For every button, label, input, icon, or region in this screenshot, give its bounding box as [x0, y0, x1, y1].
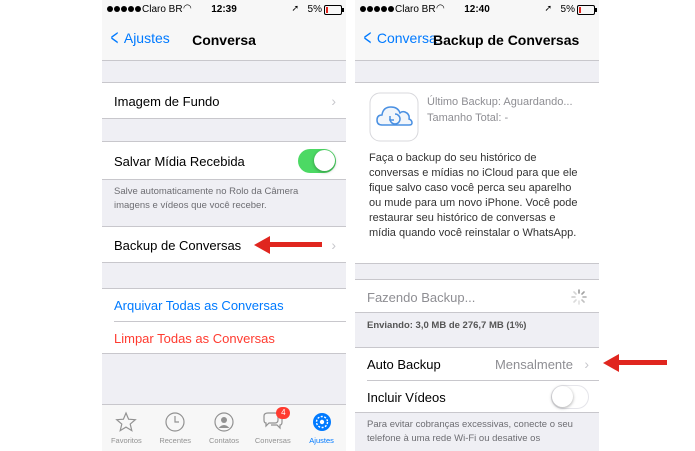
- salvar-midia-footer: Salve automaticamente no Rolo da Câmera …: [114, 186, 299, 211]
- battery-percent: 5%: [307, 4, 322, 15]
- back-button[interactable]: < Conversa: [361, 25, 437, 50]
- fazendo-backup-label: Fazendo Backup...: [367, 290, 476, 305]
- incluir-videos-toggle[interactable]: [551, 385, 589, 409]
- battery-percent: 5%: [560, 4, 575, 15]
- chevron-left-icon: <: [363, 25, 372, 50]
- spinner-icon: [571, 289, 587, 305]
- auto-backup-row[interactable]: Auto Backup Mensalmente ›: [355, 348, 599, 380]
- clock-icon: [165, 412, 185, 432]
- limpar-todas-row[interactable]: Limpar Todas as Conversas: [102, 322, 346, 354]
- tab-conversas[interactable]: 4 Conversas: [248, 405, 297, 451]
- arrow-shaft: [268, 242, 322, 247]
- tab-label: Recentes: [159, 436, 192, 445]
- actions-group: Arquivar Todas as Conversas Limpar Todas…: [102, 288, 346, 354]
- status-bar: Claro BR ◠ 12:39 ➚ 5%: [102, 0, 346, 20]
- settings-gear-icon: [312, 413, 331, 431]
- location-arrow-icon: ➚: [291, 3, 299, 13]
- salvar-midia-toggle[interactable]: [298, 149, 336, 173]
- chevron-right-icon: ›: [331, 237, 336, 253]
- tab-label: Conversas: [254, 436, 291, 445]
- phone-screen-backup: Claro BR ◠ 12:40 ➚ 5% < Conversa Backup …: [355, 0, 599, 451]
- backup-de-conversas-label: Backup de Conversas: [114, 238, 242, 253]
- tab-contatos[interactable]: Contatos: [200, 405, 249, 451]
- tamanho-total-text: Tamanho Total: -: [427, 112, 509, 124]
- auto-backup-label: Auto Backup: [367, 357, 441, 372]
- tab-label: Favoritos: [110, 436, 142, 445]
- tab-ajustes[interactable]: Ajustes: [297, 405, 346, 451]
- page-title: Backup de Conversas: [433, 32, 580, 48]
- tab-favoritos[interactable]: Favoritos: [102, 405, 151, 451]
- incluir-videos-row: Incluir Vídeos: [355, 381, 599, 413]
- auto-backup-value: Mensalmente: [494, 357, 573, 372]
- navigation-bar: < Conversa Backup de Conversas: [355, 20, 599, 61]
- tab-label: Ajustes: [309, 436, 334, 445]
- imagem-de-fundo-label: Imagem de Fundo: [114, 94, 220, 109]
- salvar-midia-row: Salvar Mídia Recebida: [102, 141, 346, 180]
- tab-recentes[interactable]: Recentes: [151, 405, 200, 451]
- salvar-midia-label: Salvar Mídia Recebida: [114, 154, 245, 169]
- backup-footer-note: Para evitar cobranças excessivas, conect…: [367, 419, 573, 444]
- backup-description: Faça o backup do seu histórico de conver…: [369, 152, 578, 239]
- toggle-knob: [314, 150, 335, 171]
- backup-settings-group: Auto Backup Mensalmente › Incluir Vídeos: [355, 347, 599, 413]
- annotation-arrow-icon: [603, 354, 667, 372]
- arquivar-todas-label: Arquivar Todas as Conversas: [114, 298, 284, 313]
- ultimo-backup-text: Último Backup: Aguardando...: [427, 96, 573, 108]
- arquivar-todas-row[interactable]: Arquivar Todas as Conversas: [102, 289, 346, 321]
- icloud-icon: [369, 92, 419, 142]
- upload-progress-text: Enviando: 3,0 MB de 276,7 MB (1%): [367, 320, 527, 331]
- incluir-videos-label: Incluir Vídeos: [367, 390, 446, 405]
- limpar-todas-label: Limpar Todas as Conversas: [114, 331, 275, 346]
- toggle-knob: [552, 386, 573, 407]
- location-arrow-icon: ➚: [544, 3, 552, 13]
- battery-icon: [324, 5, 344, 15]
- chevron-right-icon: ›: [584, 356, 589, 372]
- contacts-icon: [214, 412, 234, 432]
- battery-icon: [577, 5, 597, 15]
- chevron-right-icon: ›: [331, 93, 336, 109]
- tab-bar: Favoritos Recentes Contatos 4 Conversas …: [102, 404, 346, 451]
- fazendo-backup-row: Fazendo Backup...: [355, 279, 599, 313]
- backup-info-card: Último Backup: Aguardando... Tamanho Tot…: [355, 82, 599, 264]
- back-button-label: Conversa: [376, 30, 437, 46]
- status-bar: Claro BR ◠ 12:40 ➚ 5%: [355, 0, 599, 20]
- phone-screen-conversa: Claro BR ◠ 12:39 ➚ 5% < Ajustes Conversa…: [102, 0, 346, 451]
- tab-label: Contatos: [208, 436, 239, 445]
- page-title: Conversa: [192, 32, 256, 48]
- arrow-shaft: [617, 360, 667, 365]
- annotation-arrow-icon: [254, 236, 322, 254]
- navigation-bar: < Ajustes Conversa: [102, 20, 346, 61]
- unread-badge: 4: [276, 407, 291, 419]
- star-icon: [115, 411, 138, 432]
- imagem-de-fundo-row[interactable]: Imagem de Fundo ›: [102, 82, 346, 119]
